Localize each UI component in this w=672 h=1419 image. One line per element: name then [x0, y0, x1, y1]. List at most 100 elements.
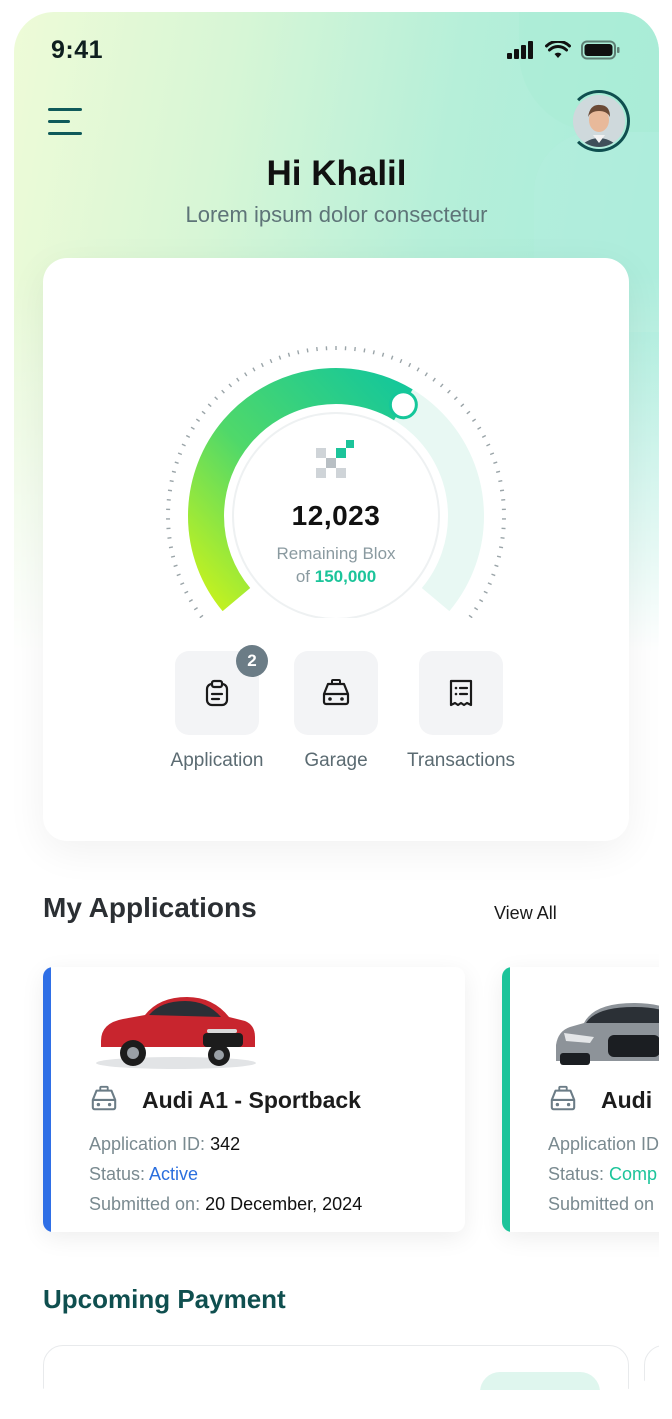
- gauge-tick: [287, 352, 291, 357]
- car-front-icon: [322, 679, 350, 706]
- gauge-tick: [408, 362, 412, 368]
- total-prefix: of: [295, 567, 310, 586]
- gauge-tick: [228, 383, 233, 388]
- gauge-tick: [171, 470, 177, 474]
- gauge-tick: [468, 614, 473, 618]
- gauge-tick: [199, 614, 204, 618]
- quick-action-transactions[interactable]: [419, 651, 503, 735]
- gauge-tick: [474, 607, 479, 611]
- gauge-tick: [306, 348, 309, 353]
- gauge-tick: [167, 489, 173, 492]
- status-bar: 9:41: [14, 12, 659, 82]
- gauge-tick: [466, 410, 471, 415]
- car-name: Audi: [601, 1087, 653, 1113]
- menu-icon: [48, 108, 82, 111]
- greeting-subtitle: Lorem ipsum dolor consectetur: [185, 202, 488, 227]
- gauge-tick: [471, 418, 477, 422]
- gauge-tick: [184, 590, 189, 594]
- gauge-tick: [477, 426, 482, 430]
- submitted-row: Submitted on: [548, 1194, 654, 1215]
- payment-card[interactable]: [644, 1345, 659, 1390]
- car-image: [556, 1003, 659, 1065]
- phone-screen: 9:41 Hi Khalil Lorem ipsum dolor consect…: [14, 12, 659, 1390]
- gauge-tick: [439, 383, 444, 388]
- application-id-value: 342: [210, 1134, 241, 1154]
- greeting-title: Hi Khalil: [266, 154, 407, 193]
- total-blox: of 150,000: [43, 567, 629, 587]
- application-card[interactable]: Audi Application ID Status: Comp Submitt…: [502, 967, 659, 1232]
- gauge-tick: [260, 362, 264, 368]
- detail-label: Application ID:: [89, 1134, 206, 1154]
- gauge-tick: [500, 536, 505, 539]
- application-card[interactable]: Audi A1 - Sportback Application ID: 342 …: [43, 967, 465, 1232]
- payment-pill: [480, 1372, 600, 1390]
- gauge-tick: [372, 350, 375, 355]
- quick-action-garage[interactable]: [294, 651, 378, 735]
- car-image: [96, 997, 256, 1069]
- remaining-blox-label: Remaining Blox: [276, 544, 396, 563]
- avatar-photo: [573, 95, 625, 147]
- gauge-tick: [195, 418, 201, 422]
- view-all-link[interactable]: View All: [494, 903, 557, 924]
- gauge-tick: [190, 426, 195, 430]
- wifi-icon: [545, 40, 571, 58]
- car-front-icon: [91, 1085, 117, 1111]
- section-title-applications: My Applications: [43, 892, 257, 923]
- receipt-icon: [449, 679, 473, 707]
- gauge-tick: [167, 536, 172, 539]
- gauge-tick: [252, 367, 256, 372]
- status-row: Status: Active: [89, 1164, 198, 1185]
- detail-label: Status:: [548, 1164, 605, 1184]
- gauge-tick: [278, 355, 282, 360]
- detail-label: Application ID: [548, 1134, 659, 1154]
- gauge-tick: [214, 396, 219, 401]
- status-icons: [507, 40, 621, 60]
- application-id-row: Application ID: [548, 1134, 659, 1155]
- car-name: Audi A1 - Sportback: [142, 1087, 361, 1113]
- card-accent-stripe: [502, 967, 510, 1232]
- section-title-upcoming-payment: Upcoming Payment: [43, 1284, 286, 1314]
- gauge-tick: [460, 403, 465, 408]
- gauge-tick: [381, 352, 385, 357]
- status-time: 9:41: [51, 36, 104, 64]
- blox-logo-icon: [316, 440, 354, 478]
- gauge-tick: [399, 358, 403, 364]
- application-badge: 2: [236, 645, 268, 677]
- payment-card[interactable]: [43, 1345, 629, 1390]
- gauge-tick: [181, 443, 186, 447]
- signal-icon: [507, 41, 533, 59]
- detail-label: Submitted on: [548, 1194, 655, 1214]
- gauge-tick: [481, 434, 487, 439]
- gauge-tick: [416, 367, 420, 372]
- gauge-tick: [453, 396, 458, 401]
- gauge-tick: [432, 377, 436, 382]
- gauge-tick: [185, 434, 191, 439]
- gauge-tick: [390, 355, 394, 360]
- submitted-value: 20 December, 2024: [205, 1194, 363, 1214]
- gauge-tick: [499, 489, 505, 492]
- blox-gauge: [166, 346, 506, 618]
- gauge-tick: [483, 590, 488, 594]
- gauge-tick: [297, 350, 300, 355]
- status-row: Status: Comp: [548, 1164, 657, 1185]
- submitted-row: Submitted on: 20 December, 2024: [89, 1194, 362, 1215]
- menu-button[interactable]: [48, 106, 84, 138]
- gauge-tick: [269, 358, 273, 364]
- profile-avatar[interactable]: [568, 90, 630, 152]
- status-value: Active: [149, 1164, 199, 1184]
- gauge-tick: [201, 410, 206, 415]
- gauge-tick: [493, 461, 498, 464]
- gauge-tick: [447, 389, 451, 394]
- gauge-tick: [363, 348, 366, 353]
- blox-summary-card: 12,023 Remaining Blox of 150,000 2 Appli…: [43, 258, 629, 841]
- detail-label: Status:: [89, 1164, 146, 1184]
- car-front-icon: [550, 1085, 576, 1111]
- gauge-tick: [193, 607, 198, 611]
- gauge-tick: [174, 461, 179, 464]
- quick-action-label: Garage: [304, 750, 368, 771]
- gauge-tick: [177, 452, 183, 456]
- gauge-tick: [495, 470, 501, 474]
- application-id-row: Application ID: 342: [89, 1134, 240, 1155]
- battery-icon: [581, 40, 620, 60]
- person-icon: [573, 95, 625, 147]
